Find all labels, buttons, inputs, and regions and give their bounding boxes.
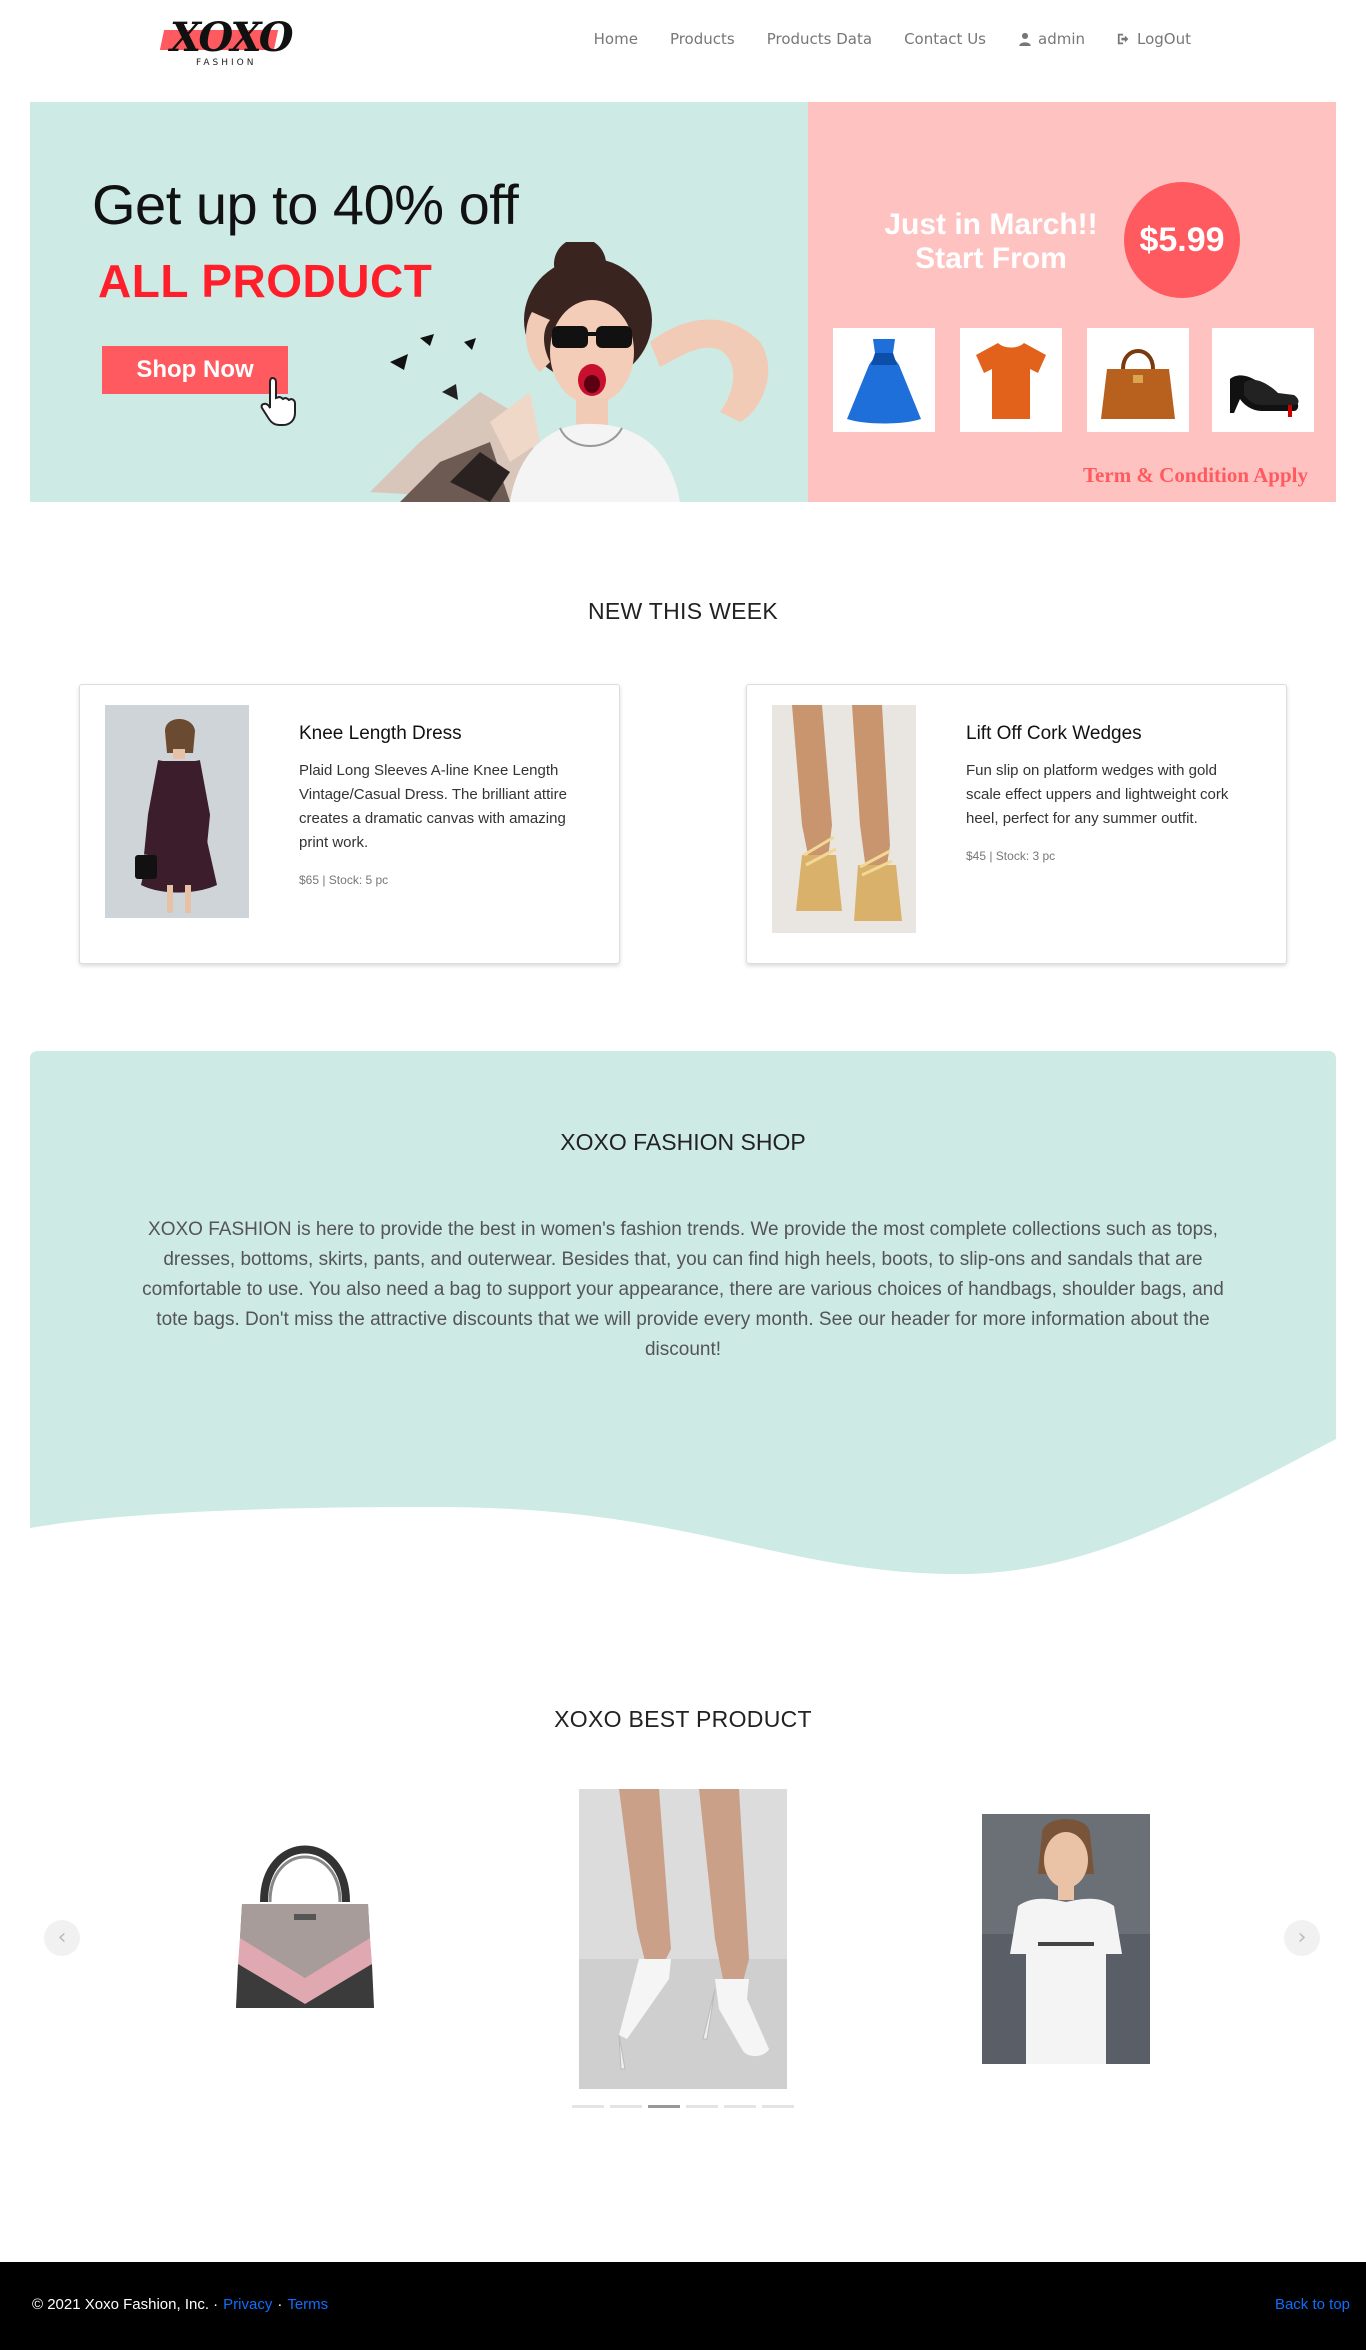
user-icon <box>1019 32 1031 46</box>
nav-products[interactable]: Products <box>670 30 735 48</box>
product-card-dress[interactable]: Knee Length Dress Plaid Long Sleeves A-l… <box>79 684 620 964</box>
hero-headline: Get up to 40% off <box>92 173 519 236</box>
promo-item-handbag <box>1087 328 1189 432</box>
carousel-indicators <box>572 2105 794 2108</box>
nav-contact-us[interactable]: Contact Us <box>904 30 986 48</box>
footer-copyright-line: © 2021 Xoxo Fashion, Inc. · Privacy · Te… <box>32 2296 328 2313</box>
footer: © 2021 Xoxo Fashion, Inc. · Privacy · Te… <box>0 2262 1366 2350</box>
nav-admin[interactable]: admin <box>1018 30 1085 48</box>
handbag-icon <box>1101 349 1175 419</box>
best-product-tshirt-image[interactable] <box>982 1814 1150 2064</box>
logo-subtext: FASHION <box>196 58 257 68</box>
carousel-indicator-1[interactable] <box>572 2105 604 2108</box>
nav-home[interactable]: Home <box>594 30 638 48</box>
sign-out-icon <box>1117 33 1129 45</box>
brand-logo[interactable]: XOXO FASHION <box>159 12 294 70</box>
model-woman-image <box>370 242 769 502</box>
product-card-wedges[interactable]: Lift Off Cork Wedges Fun slip on platfor… <box>746 684 1287 964</box>
nav-logout[interactable]: LogOut <box>1117 30 1191 48</box>
dress-model-image <box>105 705 249 918</box>
price-badge: $5.99 <box>1124 182 1240 298</box>
nav-products-data[interactable]: Products Data <box>767 30 872 48</box>
high-heel-icon <box>1230 375 1299 417</box>
promo-item-tshirt <box>960 328 1062 432</box>
wedges-image <box>772 705 916 933</box>
best-product-carousel: ‹ › <box>30 1780 1336 2120</box>
nav-contact-us-label: Contact Us <box>904 30 986 48</box>
promo-line-1: Just in March!! <box>884 208 1098 241</box>
carousel-indicator-4[interactable] <box>686 2105 718 2108</box>
footer-privacy-link[interactable]: Privacy <box>223 2296 272 2313</box>
chevron-left-icon: ‹ <box>57 1925 67 1950</box>
new-this-week-title: NEW THIS WEEK <box>587 598 779 624</box>
best-product-handbag-image[interactable] <box>220 1818 390 2018</box>
card-description: Fun slip on platform wedges with gold sc… <box>966 762 1229 827</box>
card-price-stock: $45 | Stock: 3 pc <box>966 849 1056 863</box>
back-to-top-link[interactable]: Back to top <box>1275 2296 1350 2313</box>
card-title: Lift Off Cork Wedges <box>966 723 1142 744</box>
card-title: Knee Length Dress <box>299 723 462 744</box>
pointer-hand-icon <box>260 376 296 426</box>
footer-separator: · <box>277 2296 283 2313</box>
nav-products-label: Products <box>669 30 735 48</box>
logo-text: XOXO <box>170 14 294 61</box>
carousel-next-button[interactable]: › <box>1284 1920 1320 1956</box>
dress-icon <box>847 339 921 424</box>
hero-left-panel: Get up to 40% off ALL PRODUCT Shop Now <box>30 102 808 502</box>
promo-text: Just in March!! Start From <box>876 208 1106 276</box>
promo-item-dress <box>833 328 935 432</box>
footer-terms-link[interactable]: Terms <box>287 2296 328 2313</box>
card-price-stock: $65 | Stock: 5 pc <box>299 873 389 887</box>
nav-home-label: Home <box>593 30 638 48</box>
best-product-title: XOXO BEST PRODUCT <box>554 1706 812 1732</box>
nav-links: Home Products Products Data Contact Us a… <box>594 30 1191 48</box>
carousel-indicator-2[interactable] <box>610 2105 642 2108</box>
about-text: XOXO FASHION is here to provide the best… <box>142 1219 1224 1360</box>
nav-logout-label: LogOut <box>1137 30 1191 48</box>
about-title: XOXO FASHION SHOP <box>560 1129 806 1155</box>
about-section: XOXO FASHION SHOP XOXO FASHION is here t… <box>30 1051 1336 1577</box>
footer-copyright: © 2021 Xoxo Fashion, Inc. · <box>32 2296 219 2313</box>
hero-right-panel: Just in March!! Start From $5.99 Term & … <box>808 102 1336 502</box>
nav-admin-label: admin <box>1038 30 1085 48</box>
nav-products-data-label: Products Data <box>766 30 873 48</box>
card-description: Plaid Long Sleeves A-line Knee Length Vi… <box>299 762 567 851</box>
carousel-indicator-6[interactable] <box>762 2105 794 2108</box>
carousel-indicator-5[interactable] <box>724 2105 756 2108</box>
terms-apply-text: Term & Condition Apply <box>1082 463 1308 487</box>
promo-item-heels <box>1212 328 1314 432</box>
card-body: Lift Off Cork Wedges Fun slip on platfor… <box>966 723 1256 863</box>
hero-banner: Get up to 40% off ALL PRODUCT Shop Now J… <box>30 102 1336 502</box>
best-product-heels-image[interactable] <box>579 1789 787 2089</box>
promo-line-2: Start From <box>915 242 1067 275</box>
card-body: Knee Length Dress Plaid Long Sleeves A-l… <box>299 723 589 887</box>
carousel-prev-button[interactable]: ‹ <box>44 1920 80 1956</box>
chevron-right-icon: › <box>1297 1925 1307 1950</box>
tshirt-icon <box>976 343 1046 419</box>
carousel-indicator-3[interactable] <box>648 2105 680 2108</box>
navbar: XOXO FASHION Home Products Products Data… <box>0 0 1366 88</box>
